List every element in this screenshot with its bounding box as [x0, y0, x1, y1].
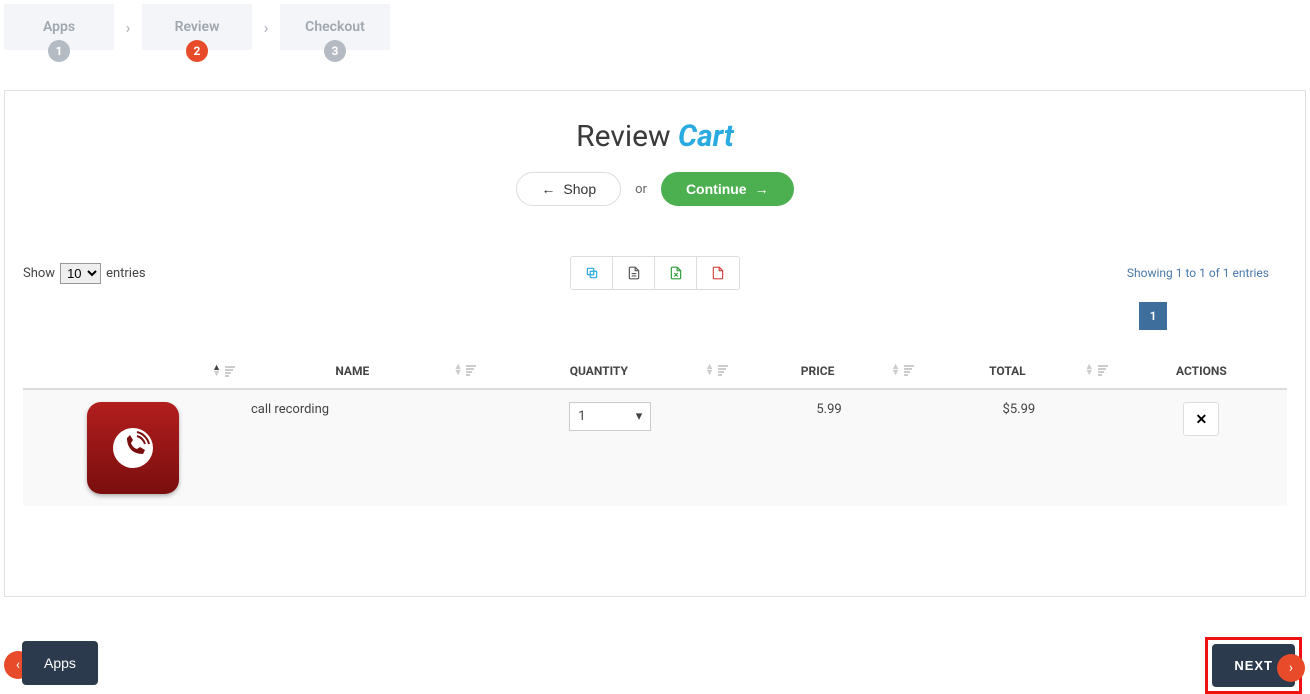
step-badge: 1 [48, 40, 70, 62]
col-actions: ACTIONS [1116, 354, 1287, 389]
sort-bars-icon [1098, 365, 1108, 376]
step-badge: 3 [324, 40, 346, 62]
file-text-icon [627, 266, 641, 280]
cell-icon [23, 389, 243, 506]
page-1[interactable]: 1 [1139, 302, 1167, 330]
copy-button[interactable] [571, 257, 613, 289]
cta-row: ← Shop or Continue → [23, 172, 1287, 206]
step-badge: 2 [186, 40, 208, 62]
show-entries: Show 10 entries [23, 263, 146, 284]
step-apps[interactable]: Apps 1 [4, 4, 114, 50]
cell-name: call recording [243, 389, 484, 506]
title-accent: Cart [678, 119, 734, 154]
review-cart-panel: Review Cart ← Shop or Continue → Show 10… [4, 90, 1306, 597]
sort-bars-icon [225, 366, 235, 377]
col-quantity[interactable]: QUANTITY ▲▼ [484, 354, 736, 389]
file-excel-icon [669, 266, 683, 280]
phone-icon [109, 424, 157, 472]
page-title: Review Cart [23, 119, 1287, 154]
arrow-left-icon: ← [541, 181, 555, 197]
step-review[interactable]: Review 2 [142, 4, 252, 50]
show-label: Show [23, 266, 55, 281]
export-pdf-button[interactable] [697, 257, 739, 289]
copy-icon [585, 266, 599, 280]
cell-quantity: 1 ▾ [484, 389, 736, 506]
col-price[interactable]: PRICE ▲▼ [736, 354, 922, 389]
export-buttons [570, 256, 740, 290]
step-checkout[interactable]: Checkout 3 [280, 4, 390, 50]
continue-label: Continue [686, 181, 747, 197]
table-toolbar: Show 10 entries Showing 1 to 1 of 1 entr… [23, 256, 1287, 290]
shop-button[interactable]: ← Shop [516, 172, 621, 206]
call-recording-app-icon [87, 402, 179, 494]
sort-bars-icon [466, 365, 476, 376]
shop-label: Shop [563, 181, 596, 197]
showing-text: Showing 1 to 1 of 1 entries [1127, 266, 1269, 280]
title-text: Review [576, 119, 670, 154]
entries-select[interactable]: 10 [60, 263, 101, 284]
or-text: or [635, 182, 647, 197]
sort-bars-icon [718, 365, 728, 376]
caret-down-icon: ▾ [636, 409, 643, 424]
sort-bars-icon [904, 365, 914, 376]
col-blank[interactable]: ▲▼ [23, 354, 243, 389]
continue-button[interactable]: Continue → [661, 172, 794, 206]
cart-table: ▲▼ NAME ▲▼ QUANTITY ▲▼ [23, 354, 1287, 506]
remove-button[interactable]: ✕ [1183, 402, 1219, 436]
close-icon: ✕ [1195, 411, 1207, 428]
prev-button[interactable]: Apps [22, 641, 98, 685]
step-label: Review [175, 19, 220, 35]
col-name[interactable]: NAME ▲▼ [243, 354, 484, 389]
arrow-right-icon: → [755, 181, 769, 197]
export-text-button[interactable] [613, 257, 655, 289]
step-label: Checkout [305, 19, 365, 35]
chevron-right-icon: › [252, 13, 280, 41]
table-row: call recording 1 ▾ 5.99 $5.99 ✕ [23, 389, 1287, 506]
footer-nav: ‹ Apps NEXT › [0, 633, 1310, 693]
wizard-steps: Apps 1 › Review 2 › Checkout 3 [0, 0, 1310, 50]
export-excel-button[interactable] [655, 257, 697, 289]
cell-total: $5.99 [922, 389, 1116, 506]
step-label: Apps [43, 19, 75, 35]
pagination: 1 [23, 302, 1287, 330]
next-highlight: NEXT › [1205, 637, 1302, 694]
cell-price: 5.99 [736, 389, 922, 506]
file-pdf-icon [711, 266, 725, 280]
chevron-right-icon: › [114, 13, 142, 41]
cell-actions: ✕ [1116, 389, 1287, 506]
col-total[interactable]: TOTAL ▲▼ [922, 354, 1116, 389]
entries-suffix: entries [106, 266, 146, 281]
quantity-select[interactable]: 1 ▾ [569, 402, 651, 431]
next-circle-icon[interactable]: › [1277, 654, 1305, 682]
